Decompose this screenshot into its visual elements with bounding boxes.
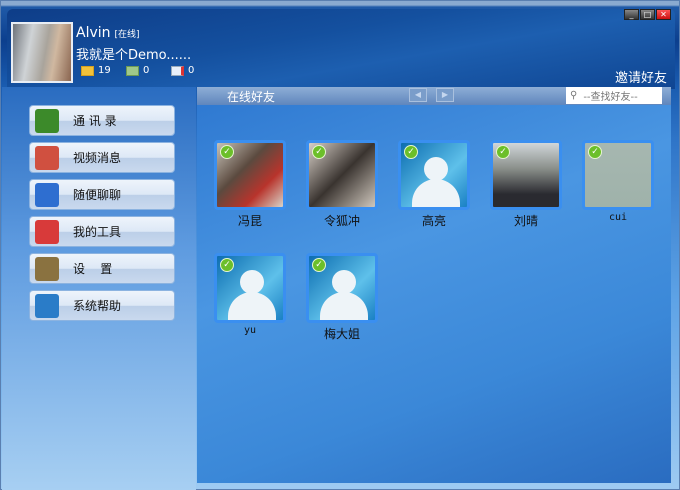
friend-avatar[interactable]: ✓ [306,253,378,323]
help-icon [35,293,59,318]
friend-name[interactable]: 刘晴 [480,212,572,229]
video-message-icon [35,145,59,170]
friend-name[interactable]: yu [204,325,296,336]
friend-avatar[interactable]: ✓ [214,140,286,210]
online-check-icon: ✓ [496,145,510,159]
tools-icon [35,219,59,244]
friend-name[interactable]: 高亮 [388,212,480,229]
sidebar-item-label: 设 置 [73,262,113,276]
search-placeholder: --查找好友-- [583,92,638,103]
message-counter[interactable]: 0 [171,65,216,76]
invite-friends-link[interactable]: 邀请好友 [615,67,667,86]
mail-icon [81,65,94,76]
friend-avatar[interactable]: ✓ [306,140,378,210]
note-icon [126,65,139,76]
user-name-text: Alvin [76,25,111,41]
online-check-icon: ✓ [312,145,326,159]
sidebar-item-label: 视频消息 [73,151,122,165]
search-icon: ⚲ [570,90,578,101]
sidebar-item-label: 随便聊聊 [73,188,122,202]
online-check-icon: ✓ [588,145,602,159]
prev-page-button[interactable]: ◀ [409,88,427,102]
sidebar-item-label: 我的工具 [73,225,122,239]
default-avatar-head [424,157,448,181]
counters: 19 0 0 [81,65,216,76]
online-check-icon: ✓ [220,145,234,159]
friend-name[interactable]: 令狐冲 [296,212,388,229]
online-check-icon: ✓ [312,258,326,272]
friend-avatar[interactable]: ✓ [582,140,654,210]
friend-name[interactable]: 梅大姐 [296,325,388,342]
note-counter[interactable]: 0 [126,65,171,76]
friend-name[interactable]: cui [572,212,664,223]
online-check-icon: ✓ [220,258,234,272]
app-window: Alvin [在线] 我就是个Demo...... 19 0 0 _ □ ✕ 邀请… [0,0,680,490]
default-avatar-head [240,270,264,294]
default-avatar-body [412,179,460,207]
restore-button[interactable]: □ [640,9,655,20]
message-count: 0 [188,65,195,76]
message-icon [171,65,184,76]
friend-avatar[interactable]: ✓ [398,140,470,210]
default-avatar-head [332,270,356,294]
user-status[interactable]: [在线] [115,30,140,40]
friends-toolbar: 在线好友 ◀ ▶ ⚲ --查找好友-- [197,87,671,105]
online-check-icon: ✓ [404,145,418,159]
friend-name[interactable]: 冯昆 [204,212,296,229]
note-count: 0 [143,65,150,76]
mail-counter[interactable]: 19 [81,65,126,76]
user-signature[interactable]: 我就是个Demo...... [76,44,191,63]
sidebar-item-0[interactable]: 通 讯 录 [29,105,175,136]
minimize-button[interactable]: _ [624,9,639,20]
panel-title: 在线好友 [227,89,276,104]
window-controls: _ □ ✕ [624,9,671,20]
search-friend-input[interactable]: ⚲ --查找好友-- [566,87,662,104]
mail-count: 19 [98,65,111,76]
default-avatar-body [320,292,368,320]
user-name: Alvin [在线] [76,25,140,41]
friend-avatar[interactable]: ✓ [214,253,286,323]
chat-icon [35,182,59,207]
default-avatar-body [228,292,276,320]
sidebar-item-2[interactable]: 随便聊聊 [29,179,175,210]
sidebar-item-label: 系统帮助 [73,299,122,313]
sidebar-item-3[interactable]: 我的工具 [29,216,175,247]
contacts-icon [35,108,59,133]
sidebar-item-5[interactable]: 系统帮助 [29,290,175,321]
user-avatar[interactable] [11,22,73,83]
sidebar-item-label: 通 讯 录 [73,114,117,128]
sidebar-item-4[interactable]: 设 置 [29,253,175,284]
friend-avatar[interactable]: ✓ [490,140,562,210]
close-button[interactable]: ✕ [656,9,671,20]
sidebar-item-1[interactable]: 视频消息 [29,142,175,173]
next-page-button[interactable]: ▶ [436,88,454,102]
gear-icon [35,256,59,281]
